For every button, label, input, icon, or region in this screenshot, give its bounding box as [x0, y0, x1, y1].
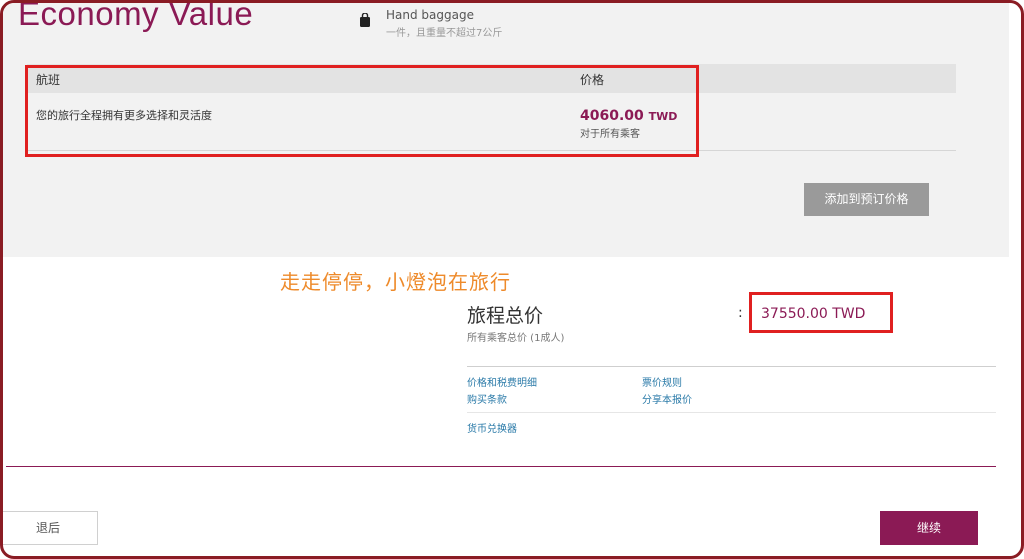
footer-divider	[6, 466, 996, 467]
currency-converter-link[interactable]: 货币兑换器	[467, 420, 517, 435]
baggage-description: 一件，且重量不超过7公斤	[386, 28, 503, 39]
journey-total-title: 旅程总价	[467, 305, 544, 327]
continue-button[interactable]: 继续	[880, 511, 978, 545]
price-breakdown-link[interactable]: 价格和税费明细	[467, 374, 537, 389]
back-button[interactable]: 退后	[3, 511, 98, 545]
share-quote-link[interactable]: 分享本报价	[642, 391, 692, 406]
purchase-terms-link[interactable]: 购买条款	[467, 391, 507, 406]
add-to-booking-button[interactable]: 添加到预订价格	[804, 183, 929, 216]
journey-total-subtitle: 所有乘客总价 (1成人)	[467, 333, 565, 344]
watermark-text: 走走停停，小燈泡在旅行	[280, 270, 511, 294]
screenshot-frame: Economy Value Hand baggage 一件，且重量不超过7公斤 …	[0, 0, 1024, 559]
fare-rules-link[interactable]: 票价规则	[642, 374, 682, 389]
annotation-box-fare	[25, 65, 699, 157]
baggage-title: Hand baggage	[386, 8, 474, 22]
hand-baggage-icon	[360, 13, 370, 27]
total-colon: :	[738, 305, 743, 321]
fare-family-title: Economy Value	[18, 0, 254, 32]
links-divider	[467, 412, 996, 413]
annotation-box-total	[749, 292, 893, 333]
links-top-divider	[467, 366, 996, 367]
